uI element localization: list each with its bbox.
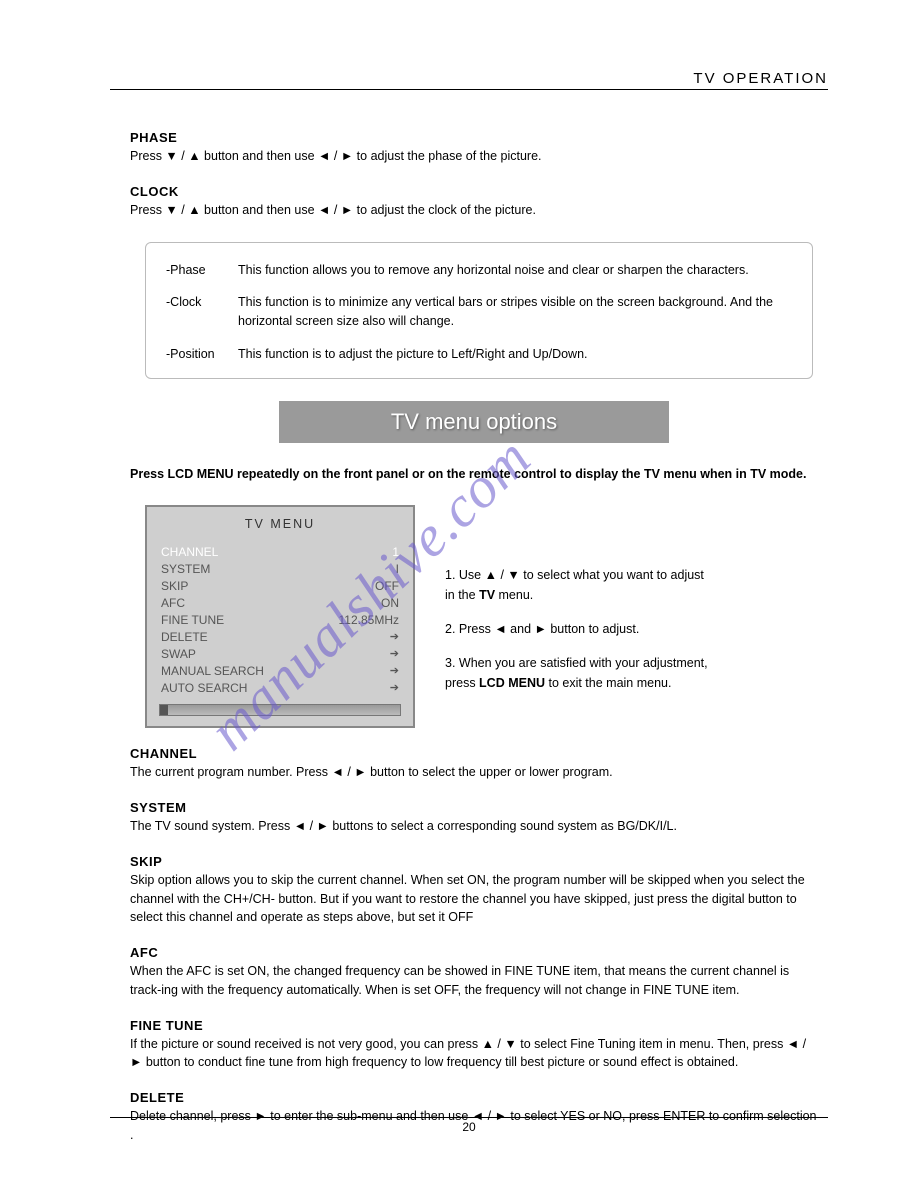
tv-menu-row: TV MENU CHANNEL1SYSTEMISKIPOFFAFCONFINE … (145, 505, 818, 728)
tv-item-value: ➔ (390, 664, 399, 678)
def-phase-text: This function allows you to remove any h… (238, 261, 749, 280)
section-banner: TV menu options (279, 401, 669, 443)
clock-title: CLOCK (130, 184, 818, 199)
tv-menu-item: DELETE ➔ (147, 628, 413, 645)
def-phase-label: -Phase (166, 261, 238, 280)
step-3: 3. When you are satisfied with your adju… (445, 653, 708, 693)
tv-menu-slider (159, 704, 401, 716)
tv-item-label: DELETE (161, 630, 208, 644)
skip-body: Skip option allows you to skip the curre… (130, 871, 818, 927)
step-2: 2. Press ◄ and ► button to adjust. (445, 619, 708, 639)
tv-item-label: SWAP (161, 647, 196, 661)
def-clock: -Clock This function is to minimize any … (166, 293, 792, 331)
tv-item-value: ➔ (390, 630, 399, 644)
afc-body: When the AFC is set ON, the changed freq… (130, 962, 818, 1000)
step-1: 1. Use ▲ / ▼ to select what you want to … (445, 565, 708, 605)
tv-item-value: ➔ (390, 647, 399, 661)
tv-item-label: AUTO SEARCH (161, 681, 247, 695)
phase-body: Press ▼ / ▲ button and then use ◄ / ► to… (130, 147, 818, 166)
finetune-title: FINE TUNE (130, 1018, 818, 1033)
system-body: The TV sound system. Press ◄ / ► buttons… (130, 817, 818, 836)
tv-item-value: I (396, 562, 399, 576)
tv-menu-item: SWAP ➔ (147, 645, 413, 662)
tv-item-value: OFF (375, 579, 399, 593)
tv-item-value: 112.85MHz (339, 613, 399, 627)
finetune-body: If the picture or sound received is not … (130, 1035, 818, 1073)
tv-menu-panel: TV MENU CHANNEL1SYSTEMISKIPOFFAFCONFINE … (145, 505, 415, 728)
tv-item-value: 1 (392, 545, 399, 559)
tv-item-label: AFC (161, 596, 185, 610)
tv-menu-item: SYSTEM I (147, 560, 413, 577)
tv-menu-item: MANUAL SEARCH ➔ (147, 662, 413, 679)
tv-menu-title: TV MENU (147, 517, 413, 531)
tv-item-value: ON (381, 596, 399, 610)
delete-title: DELETE (130, 1090, 818, 1105)
def-phase: -Phase This function allows you to remov… (166, 261, 792, 280)
def-position-label: -Position (166, 345, 238, 364)
def-position: -Position This function is to adjust the… (166, 345, 792, 364)
definitions-box: -Phase This function allows you to remov… (145, 242, 813, 379)
tv-item-label: MANUAL SEARCH (161, 664, 264, 678)
tv-menu-item: AUTO SEARCH ➔ (147, 679, 413, 696)
afc-title: AFC (130, 945, 818, 960)
page-header: TV OPERATION (110, 70, 828, 90)
tv-menu-item: AFC ON (147, 594, 413, 611)
tv-menu-item: CHANNEL 1 (147, 543, 413, 560)
def-clock-label: -Clock (166, 293, 238, 331)
page-footer: 20 (110, 1117, 828, 1134)
header-title: TV OPERATION (693, 70, 828, 87)
tv-menu-item: FINE TUNE 112.85MHz (147, 611, 413, 628)
def-position-text: This function is to adjust the picture t… (238, 345, 588, 364)
channel-body: The current program number. Press ◄ / ► … (130, 763, 818, 782)
phase-title: PHASE (130, 130, 818, 145)
tv-item-label: CHANNEL (161, 545, 218, 559)
instruction-steps: 1. Use ▲ / ▼ to select what you want to … (445, 505, 708, 707)
tv-item-value: ➔ (390, 681, 399, 695)
channel-title: CHANNEL (130, 746, 818, 761)
tv-item-label: FINE TUNE (161, 613, 224, 627)
tv-item-label: SKIP (161, 579, 188, 593)
clock-body: Press ▼ / ▲ button and then use ◄ / ► to… (130, 201, 818, 220)
system-title: SYSTEM (130, 800, 818, 815)
tv-menu-item: SKIP OFF (147, 577, 413, 594)
page-number: 20 (462, 1120, 475, 1134)
tv-item-label: SYSTEM (161, 562, 210, 576)
skip-title: SKIP (130, 854, 818, 869)
intro-text: Press LCD MENU repeatedly on the front p… (130, 465, 818, 484)
def-clock-text: This function is to minimize any vertica… (238, 293, 792, 331)
